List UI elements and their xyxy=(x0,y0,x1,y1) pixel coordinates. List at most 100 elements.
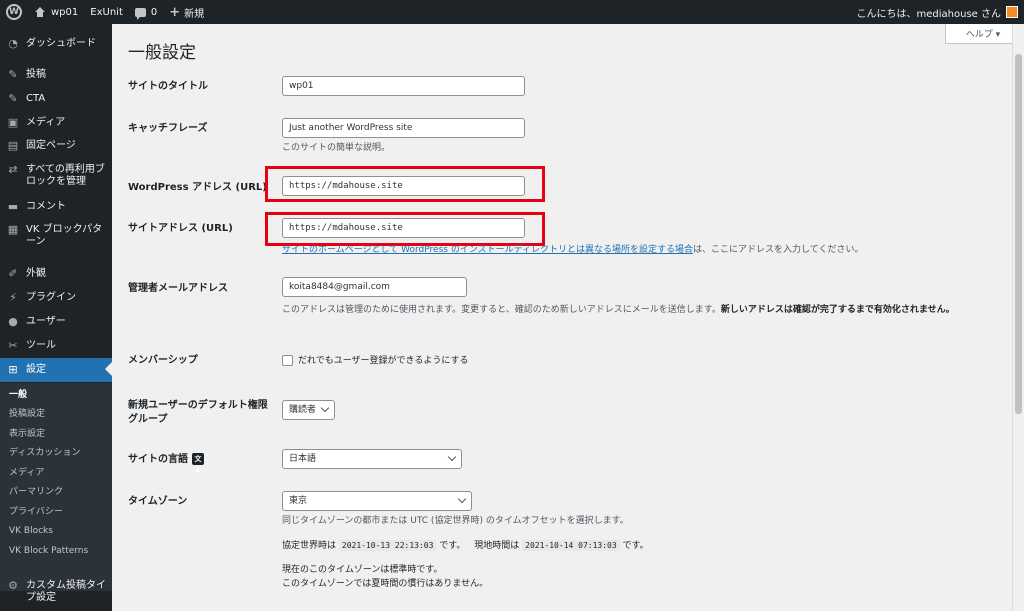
sidebar-label: プラグイン xyxy=(26,292,76,303)
sidebar-item-tools[interactable]: ✂ ツール xyxy=(0,340,112,352)
pin-icon: ✎ xyxy=(8,68,18,81)
chevron-down-icon xyxy=(457,494,467,504)
wrench-icon: ✂ xyxy=(8,339,18,352)
sidebar-item-custom-post-type[interactable]: ⚙ カスタム投稿タイプ設定 xyxy=(0,580,112,604)
utc-time: 2021-10-13 22:13:03 xyxy=(338,540,437,551)
highlight-box-site-address xyxy=(265,212,545,246)
tagline-description: このサイトの簡単な説明。 xyxy=(282,143,391,153)
site-title-label: サイトのタイトル xyxy=(128,81,208,92)
user-icon: ● xyxy=(8,315,18,328)
site-address-label: サイトアドレス (URL) xyxy=(128,223,233,234)
admin-bar: W wp01 ExUnit 0 + 新規 こんにちは、mediahouse さん xyxy=(0,0,1024,24)
sidebar-label: ダッシュボード xyxy=(26,38,96,49)
scrollbar-thumb[interactable] xyxy=(1015,54,1022,414)
submenu-writing[interactable]: 投稿設定 xyxy=(0,404,112,424)
home-icon xyxy=(34,7,46,17)
settings-icon: ⊞ xyxy=(8,363,18,376)
submenu-discussion[interactable]: ディスカッション xyxy=(0,443,112,463)
chevron-down-icon xyxy=(320,403,330,413)
sidebar-label: 投稿 xyxy=(26,69,46,80)
sidebar-item-comments[interactable]: ▬ コメント xyxy=(0,201,112,213)
my-account-menu[interactable]: こんにちは、mediahouse さん xyxy=(851,0,1024,24)
sidebar-item-media[interactable]: ▣ メディア xyxy=(0,117,112,129)
admin-email-label: 管理者メールアドレス xyxy=(128,283,228,294)
local-time: 2021-10-14 07:13:03 xyxy=(522,540,620,551)
sidebar-label: すべての再利用ブロックを管理 xyxy=(26,164,105,187)
sidebar-label: カスタム投稿タイプ設定 xyxy=(26,580,106,603)
sidebar-item-plugins[interactable]: ⚡ プラグイン xyxy=(0,292,112,304)
sidebar-item-settings[interactable]: ⊞ 設定 xyxy=(0,358,112,382)
sidebar-item-dashboard[interactable]: ◔ ダッシュボード xyxy=(0,38,112,50)
comment-icon xyxy=(134,7,146,20)
wp-logo-menu[interactable]: W xyxy=(0,0,28,24)
admin-email-input[interactable]: koita8484@gmail.com xyxy=(282,277,467,297)
tagline-label: キャッチフレーズ xyxy=(128,123,208,134)
brush-icon: ✐ xyxy=(8,267,18,280)
sidebar-label: 固定ページ xyxy=(26,140,76,151)
greeting: こんにちは、mediahouse さん xyxy=(856,8,1001,20)
membership-checkbox[interactable] xyxy=(282,355,293,366)
sidebar-label: メディア xyxy=(26,117,66,128)
vertical-scrollbar[interactable] xyxy=(1012,24,1024,611)
local-tail: です。 xyxy=(622,541,649,551)
pin-icon: ✎ xyxy=(8,92,18,105)
sidebar-item-reusable-blocks[interactable]: ⇄ すべての再利用ブロックを管理 xyxy=(0,164,112,188)
membership-checkbox-label[interactable]: だれでもユーザー登録ができるようにする xyxy=(298,354,468,368)
default-role-label: 新規ユーザーのデフォルト権限グループ xyxy=(128,400,268,425)
submenu-media[interactable]: メディア xyxy=(0,463,112,483)
avatar xyxy=(1006,6,1018,18)
plus-icon: + xyxy=(169,4,181,20)
comment-icon: ▬ xyxy=(7,200,19,213)
submenu-reading[interactable]: 表示設定 xyxy=(0,424,112,444)
membership-label: メンバーシップ xyxy=(128,355,198,366)
sidebar-label: 設定 xyxy=(26,364,46,375)
sidebar-item-cta[interactable]: ✎ CTA xyxy=(0,93,112,105)
gear-icon: ⚙ xyxy=(8,579,18,592)
site-name: wp01 xyxy=(51,6,79,18)
timezone-description: 同じタイムゾーンの都市または UTC (協定世界時) のタイムオフセットを選択し… xyxy=(282,516,629,526)
utc-tail: です。 xyxy=(439,541,466,551)
site-language-value: 日本語 xyxy=(289,454,317,464)
time-readout: 協定世界時は 2021-10-13 22:13:03 です。 現地時間は 202… xyxy=(282,539,649,553)
site-name-menu[interactable]: wp01 xyxy=(28,0,84,24)
tagline-input[interactable]: Just another WordPress site xyxy=(282,118,525,138)
site-title-input[interactable]: wp01 xyxy=(282,76,525,96)
site-address-desc-tail: は、ここにアドレスを入力してください。 xyxy=(693,245,864,255)
exunit-menu[interactable]: ExUnit xyxy=(84,0,129,24)
sidebar-label: VK ブロックパターン xyxy=(26,224,103,247)
sidebar-label: CTA xyxy=(26,93,46,104)
main-content: ヘルプ ▾ 一般設定 サイトのタイトル wp01 キャッチフレーズ Just a… xyxy=(112,24,1021,611)
site-address-help-link[interactable]: サイトのホームページとして WordPress のインストールディレクトリとは異… xyxy=(282,245,693,255)
submenu-vk-block-patterns[interactable]: VK Block Patterns xyxy=(0,541,112,561)
default-role-select[interactable]: 購読者 xyxy=(282,400,335,420)
sidebar-item-users[interactable]: ● ユーザー xyxy=(0,316,112,328)
sidebar-item-pages[interactable]: ▤ 固定ページ xyxy=(0,140,112,152)
dashboard-icon: ◔ xyxy=(8,37,18,50)
site-language-label: サイトの言語 文A xyxy=(128,453,204,475)
timezone-select[interactable]: 東京 xyxy=(282,491,472,511)
admin-sidebar: ◔ ダッシュボード ✎ 投稿 ✎ CTA ▣ メディア ▤ 固定ページ ⇄ すべての再利用ブ… xyxy=(0,24,112,611)
sidebar-item-posts[interactable]: ✎ 投稿 xyxy=(0,69,112,81)
page-icon: ▤ xyxy=(7,139,19,152)
submenu-vk-blocks[interactable]: VK Blocks xyxy=(0,521,112,541)
submenu-general[interactable]: 一般 xyxy=(0,385,112,405)
sidebar-label: 外観 xyxy=(26,268,46,279)
grid-icon: ▦ xyxy=(7,223,19,236)
exunit-label: ExUnit xyxy=(90,6,123,18)
comments-menu[interactable]: 0 xyxy=(129,0,163,24)
sidebar-label: ユーザー xyxy=(26,316,66,327)
media-icon: ▣ xyxy=(7,116,19,129)
sidebar-item-appearance[interactable]: ✐ 外観 xyxy=(0,268,112,280)
submenu-privacy[interactable]: プライバシー xyxy=(0,502,112,522)
help-button[interactable]: ヘルプ ▾ xyxy=(945,24,1021,44)
default-role-value: 購読者 xyxy=(289,405,317,415)
new-content-menu[interactable]: + 新規 xyxy=(163,0,210,24)
comments-count: 0 xyxy=(150,6,158,18)
site-language-select[interactable]: 日本語 xyxy=(282,449,462,469)
submenu-permalinks[interactable]: パーマリンク xyxy=(0,482,112,502)
chevron-down-icon xyxy=(447,452,457,462)
sidebar-item-vk-block-patterns[interactable]: ▦ VK ブロックパターン xyxy=(0,224,112,248)
page-title: 一般設定 xyxy=(128,43,196,63)
new-label: 新規 xyxy=(184,8,205,20)
admin-email-desc-bold: 新しいアドレスは確認が完了するまで有効化されません。 xyxy=(720,305,955,315)
